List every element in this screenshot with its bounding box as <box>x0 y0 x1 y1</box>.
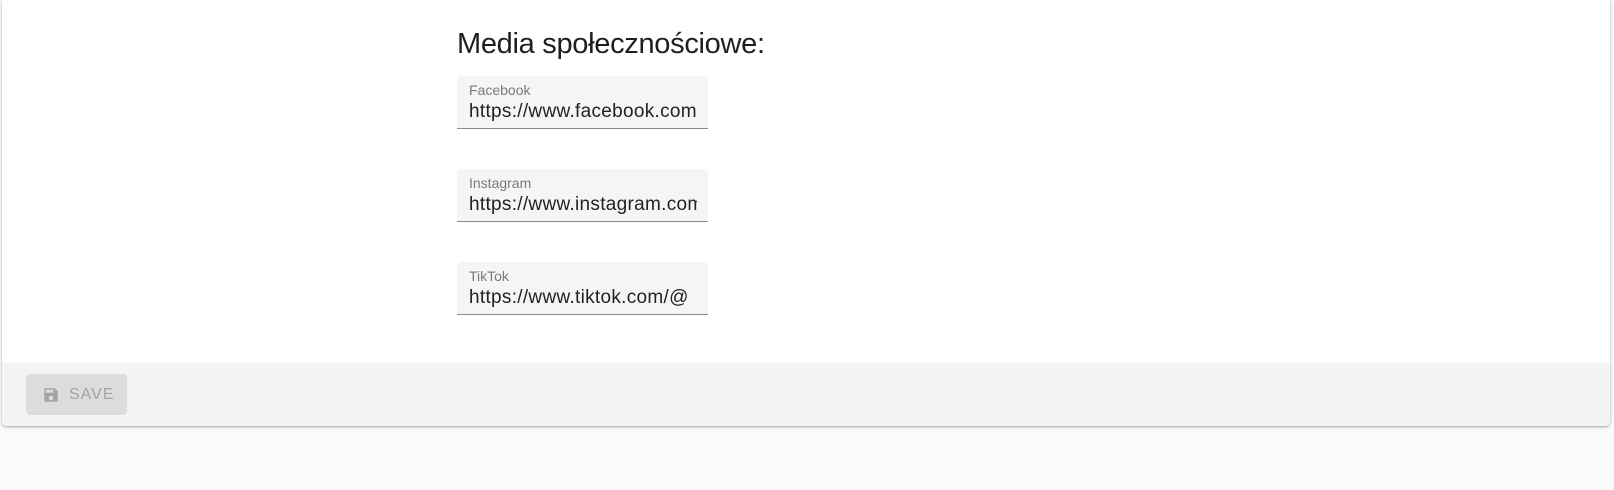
tiktok-field-label: TikTok <box>469 268 509 284</box>
save-button-label: SAVE <box>69 385 115 403</box>
instagram-input[interactable] <box>469 193 697 217</box>
instagram-field-label: Instagram <box>469 175 532 191</box>
card-actions-bar: SAVE <box>2 363 1610 426</box>
settings-card: Media społecznościowe: Facebook Instagra… <box>2 0 1610 426</box>
save-button[interactable]: SAVE <box>26 374 127 415</box>
facebook-input[interactable] <box>469 100 697 124</box>
facebook-field-label: Facebook <box>469 82 531 98</box>
floppy-disk-icon <box>42 386 60 404</box>
instagram-field[interactable]: Instagram <box>457 169 708 222</box>
tiktok-input[interactable] <box>469 286 697 310</box>
tiktok-field[interactable]: TikTok <box>457 262 708 315</box>
facebook-field[interactable]: Facebook <box>457 76 708 129</box>
section-title: Media społecznościowe: <box>457 28 765 60</box>
